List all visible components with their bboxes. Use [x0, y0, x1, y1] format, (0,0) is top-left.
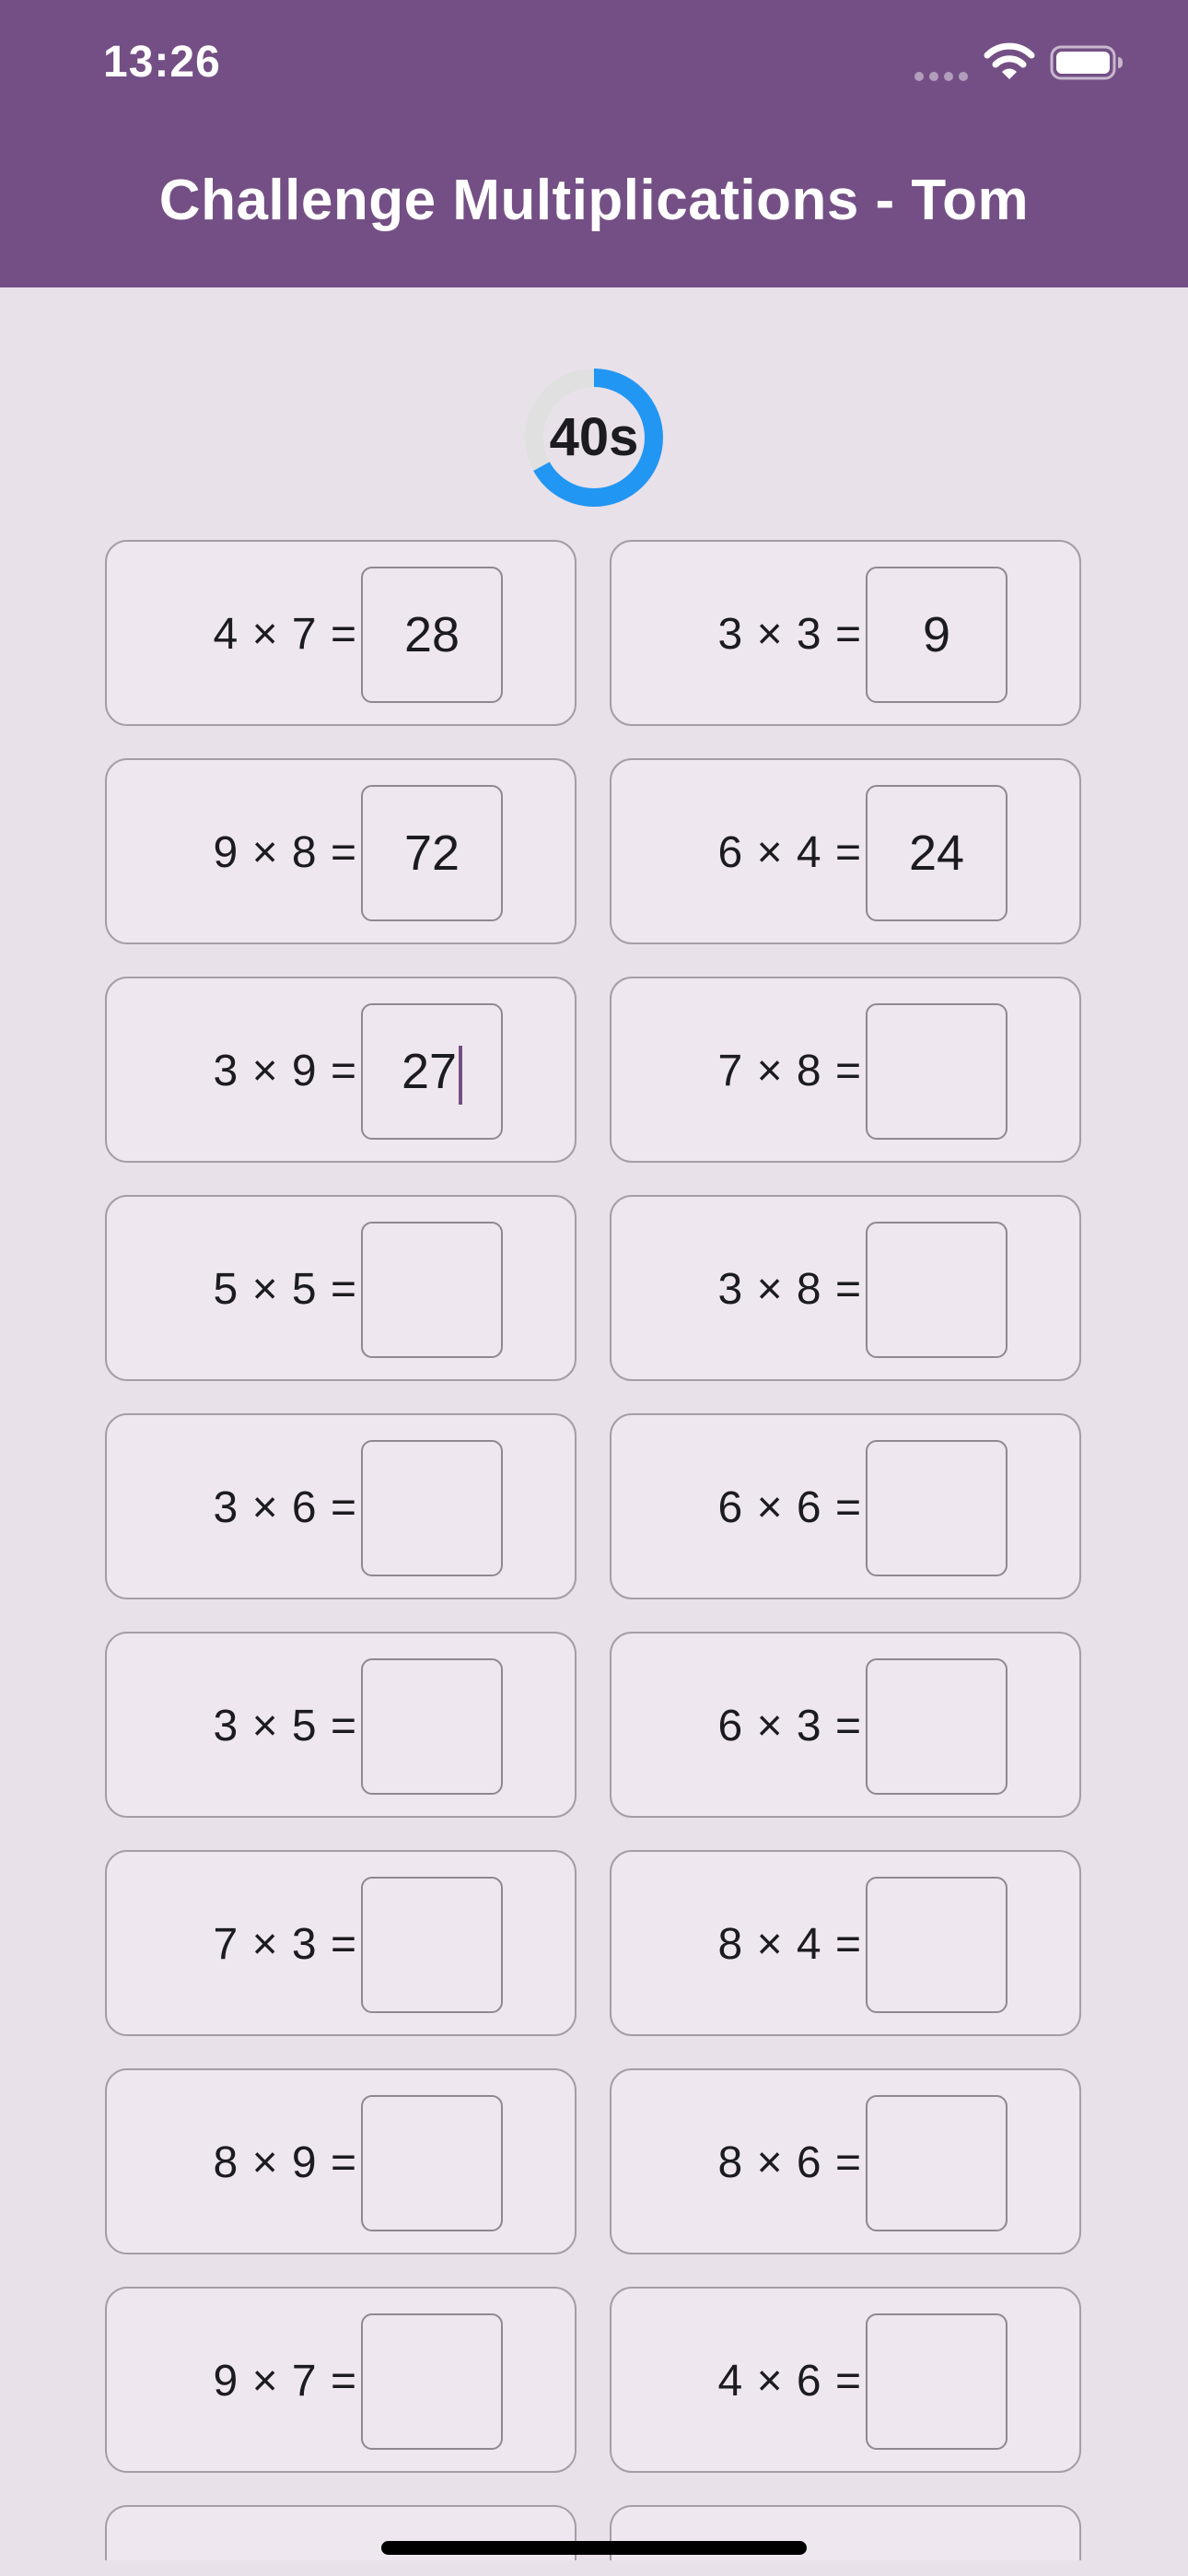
answer-input[interactable]: [866, 2095, 1007, 2231]
answer-input[interactable]: [361, 1877, 503, 2013]
home-indicator[interactable]: [381, 2541, 807, 2555]
problem-card: 3 × 9 = 27: [105, 977, 577, 1163]
signal-icon: [914, 72, 970, 81]
problem-card: 3 × 6 =: [105, 1413, 577, 1599]
problem-card: 6 × 6 =: [610, 1413, 1081, 1599]
problem-expression: 7 × 8 =: [717, 1047, 862, 1095]
problem-expression: 9 × 7 =: [213, 2357, 357, 2406]
answer-input[interactable]: [866, 2313, 1007, 2450]
answer-input[interactable]: 28: [361, 567, 503, 703]
problem-expression: 8 × 6 =: [717, 2138, 862, 2187]
answer-input[interactable]: [361, 2095, 503, 2231]
answer-input[interactable]: [361, 1440, 503, 1576]
answer-input[interactable]: 9: [866, 567, 1007, 703]
problem-expression: 3 × 6 =: [213, 1483, 357, 1532]
problem-card: 3 × 3 = 9: [610, 540, 1081, 726]
problem-expression: 3 × 3 =: [717, 610, 862, 659]
problem-card: 6 × 4 = 24: [610, 758, 1081, 944]
problem-card: 5 × 5 =: [105, 1195, 577, 1381]
page-title: Challenge Multiplications - Tom: [158, 169, 1030, 232]
problem-card: 9 × 8 = 72: [105, 758, 577, 944]
answer-input[interactable]: 24: [866, 785, 1007, 921]
problem-card: 3 × 8 =: [610, 1195, 1081, 1381]
problem-expression: 6 × 3 =: [717, 1702, 862, 1751]
timer-label: 40s: [549, 407, 639, 467]
countdown-timer: 40s: [523, 367, 665, 509]
problem-expression: 5 × 5 =: [213, 1265, 357, 1314]
problem-expression: 8 × 9 =: [213, 2138, 357, 2187]
answer-input[interactable]: [361, 1222, 503, 1358]
wifi-icon: [984, 42, 1035, 81]
answer-input-focused[interactable]: 27: [361, 1003, 503, 1140]
answer-input[interactable]: [866, 1003, 1007, 1140]
problem-expression: 3 × 5 =: [213, 1702, 357, 1751]
problem-expression: 4 × 7 =: [213, 610, 357, 659]
problem-expression: 9 × 8 =: [213, 828, 357, 877]
problem-expression: 8 × 4 =: [717, 1920, 862, 1969]
problem-expression: 3 × 9 =: [213, 1047, 357, 1095]
problem-card: 8 × 4 =: [610, 1850, 1081, 2036]
answer-input[interactable]: [361, 1658, 503, 1795]
answer-input[interactable]: [866, 1877, 1007, 2013]
battery-icon: [1050, 44, 1124, 81]
problem-card: 7 × 3 =: [105, 1850, 577, 2036]
problem-card: 4 × 7 = 28: [105, 540, 577, 726]
app-bar: 13:26 Challenge Multiplications - Tom: [0, 0, 1188, 287]
problem-card: 8 × 9 =: [105, 2068, 577, 2254]
problem-card: 6 × 3 =: [610, 1632, 1081, 1818]
answer-input[interactable]: [866, 1440, 1007, 1576]
problem-expression: 7 × 3 =: [213, 1920, 357, 1969]
answer-input[interactable]: [361, 2313, 503, 2450]
problem-card: 8 × 6 =: [610, 2068, 1081, 2254]
answer-input[interactable]: [866, 1658, 1007, 1795]
problem-card: 9 × 7 =: [105, 2287, 577, 2473]
answer-input[interactable]: [866, 1222, 1007, 1358]
problem-card: 7 × 8 =: [610, 977, 1081, 1163]
status-time: 13:26: [103, 38, 221, 87]
problem-expression: 6 × 4 =: [717, 828, 862, 877]
problem-card: 4 × 6 =: [610, 2287, 1081, 2473]
problem-expression: 3 × 8 =: [717, 1265, 862, 1314]
problem-expression: 4 × 6 =: [717, 2357, 862, 2406]
problem-card: 3 × 5 =: [105, 1632, 577, 1818]
answer-input[interactable]: 72: [361, 785, 503, 921]
problem-expression: 6 × 6 =: [717, 1483, 862, 1532]
